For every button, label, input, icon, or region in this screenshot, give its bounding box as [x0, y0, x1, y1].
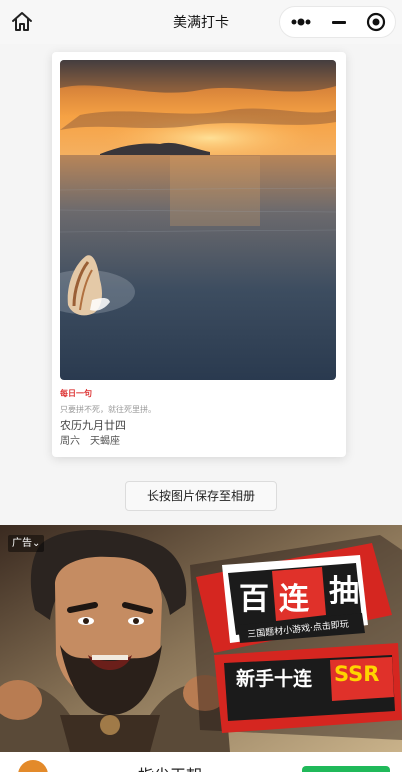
navigation-bar: 美满打卡: [0, 0, 402, 44]
bottom-action-button[interactable]: [302, 766, 390, 772]
ad-headline-2: 连: [279, 582, 309, 617]
ad-banner[interactable]: 广告⌄: [0, 525, 402, 752]
chevron-down-icon: ⌄: [32, 538, 41, 549]
ad-headline-3: 抽: [329, 574, 359, 609]
ad-badge[interactable]: 广告⌄: [8, 535, 45, 552]
weekday-zodiac: 周六 天蝎座: [60, 436, 120, 447]
minimize-icon[interactable]: [320, 7, 358, 37]
bottom-app-bar: 指尖王朝: [0, 752, 402, 772]
app-root: 美满打卡 每日一句 只要拼不死，就往死里拼。 农历九月廿四 周六 天蝎座 长按图…: [0, 0, 402, 772]
game-app-icon: [18, 760, 48, 772]
bottom-app-title: 指尖王朝: [138, 762, 202, 772]
daily-quote-tag: 每日一句: [60, 389, 92, 398]
mini-program-capsule: [279, 6, 396, 38]
daily-card[interactable]: 每日一句 只要拼不死，就往死里拼。 农历九月廿四 周六 天蝎座: [52, 52, 346, 457]
quote-text: 只要拼不死，就往死里拼。: [60, 405, 156, 414]
ad-badge-label: 广告: [12, 538, 32, 549]
sunset-shell-photo: [60, 60, 336, 380]
more-dots-icon[interactable]: [282, 7, 320, 37]
ad-ssr-text: SSR: [334, 662, 380, 686]
ad-headline-1: 百: [239, 582, 269, 617]
save-to-album-button[interactable]: 长按图片保存至相册: [125, 481, 277, 511]
lunar-date: 农历九月廿四: [60, 419, 126, 432]
close-target-icon[interactable]: [357, 7, 395, 37]
ad-promo-text: 新手十连: [236, 668, 313, 690]
